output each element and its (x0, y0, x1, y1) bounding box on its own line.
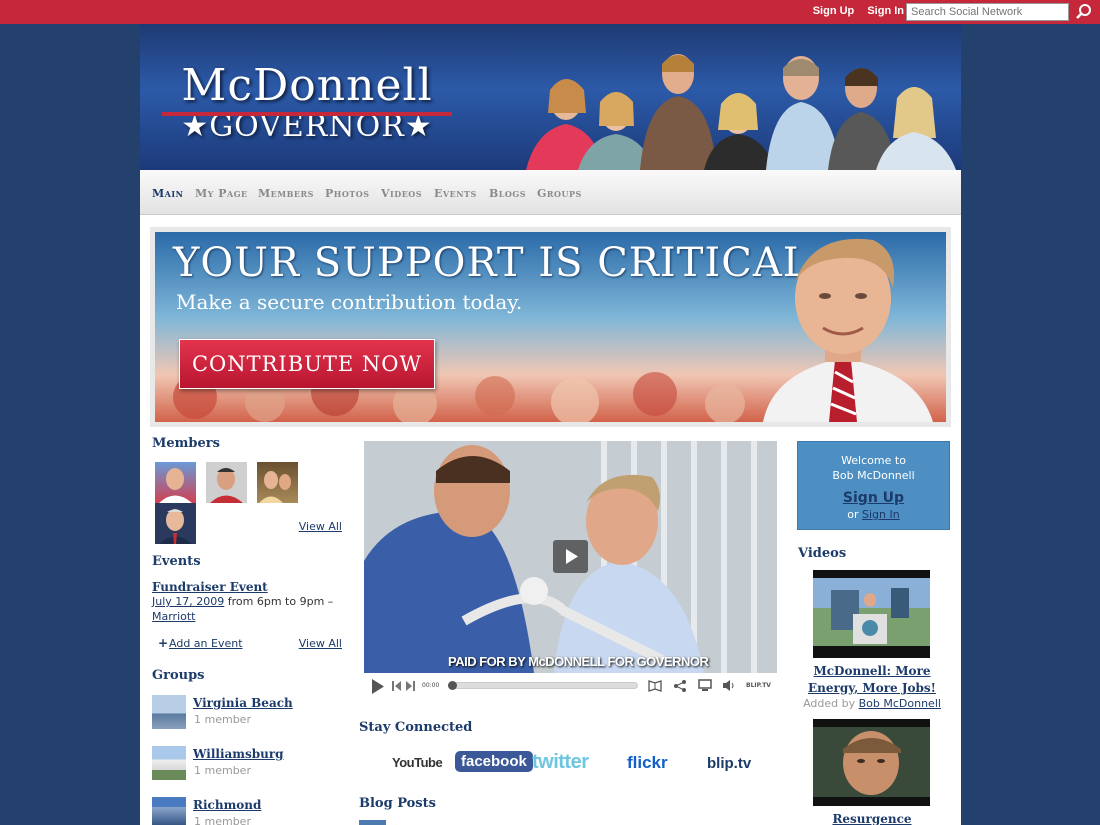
welcome-box: Welcome to Bob McDonnell Sign Up or Sign … (797, 441, 950, 530)
share-icon[interactable] (674, 680, 686, 692)
family-photo (526, 54, 956, 170)
video-time: 00:00 (422, 682, 440, 689)
youtube-link[interactable]: YouTube (392, 755, 443, 770)
group-name-link[interactable]: Virginia Beach (193, 696, 293, 710)
video-caption: PAID FOR BY McDONNELL FOR GOVERNOR (448, 654, 709, 669)
event-time: from 6pm to 9pm – (224, 595, 334, 608)
group-item[interactable]: Richmond 1 member (152, 797, 342, 825)
top-bar: Sign Up Sign In (0, 0, 1100, 24)
play-icon (566, 549, 578, 564)
video-added-by: Added by Bob McDonnell (803, 697, 941, 710)
group-member-count: 1 member (194, 764, 251, 777)
welcome-signin-link[interactable]: Sign In (862, 508, 900, 521)
banner-headline: YOUR SUPPORT IS CRITICAL. (173, 240, 824, 286)
bliptv-link[interactable]: blip.tv (707, 755, 751, 772)
site-header: McDonnell ★GOVERNOR★ (140, 24, 961, 170)
group-item[interactable]: Williamsburg 1 member (152, 746, 342, 797)
blog-post-thumbnail[interactable] (359, 820, 386, 825)
stay-connected-heading: Stay Connected (359, 720, 473, 735)
video-author-link[interactable]: Bob McDonnell (859, 697, 941, 710)
nav-blogs[interactable]: Blogs (489, 187, 526, 200)
group-image[interactable] (152, 746, 186, 780)
video-thumbnail-image (813, 578, 930, 646)
nav-groups[interactable]: Groups (537, 187, 582, 200)
previous-icon[interactable] (392, 681, 401, 691)
blog-posts-heading: Blog Posts (359, 796, 436, 811)
group-member-count: 1 member (194, 815, 251, 825)
video-scrubber[interactable] (448, 681, 457, 690)
play-overlay-button[interactable] (553, 540, 588, 573)
members-heading: Members (152, 436, 220, 451)
nav-events[interactable]: Events (434, 187, 477, 200)
signup-link[interactable]: Sign Up (813, 5, 855, 17)
event-details: July 17, 2009 from 6pm to 9pm – Marriott (152, 594, 342, 624)
twitter-link[interactable]: twitter (532, 751, 589, 774)
banner-image[interactable]: YOUR SUPPORT IS CRITICAL. Make a secure … (155, 232, 946, 422)
logo-name: McDonnell (181, 60, 433, 111)
welcome-signin-row: or Sign In (847, 508, 900, 521)
candidate-portrait (763, 238, 933, 422)
volume-icon[interactable] (722, 679, 736, 692)
group-member-count: 1 member (194, 713, 251, 726)
video-controls: 00:00 BLIP.TV (364, 676, 777, 696)
events-heading: Events (152, 554, 201, 569)
nav-photos[interactable]: Photos (325, 187, 370, 200)
video-title-link[interactable]: Resurgence (797, 811, 947, 825)
search-input[interactable] (906, 3, 1069, 21)
left-column: Members View All Events Fundraiser Event… (152, 436, 342, 825)
blip-tv-logo[interactable]: BLIP.TV (746, 682, 771, 689)
member-avatar[interactable] (155, 462, 196, 503)
nav-my-page[interactable]: My Page (195, 187, 248, 200)
member-thumbnails (152, 462, 342, 544)
event-title-link[interactable]: Fundraiser Event (152, 580, 342, 594)
videos-heading: Videos (798, 546, 847, 561)
nav-videos[interactable]: Videos (381, 187, 422, 200)
groups-heading: Groups (152, 668, 205, 683)
event-date-link[interactable]: July 17, 2009 (152, 595, 224, 608)
member-avatar[interactable] (257, 462, 298, 503)
event-location-link[interactable]: Marriott (152, 610, 196, 623)
video-thumbnail-image (813, 727, 930, 797)
video-progress-bar[interactable] (448, 682, 638, 689)
signin-link[interactable]: Sign In (867, 5, 904, 17)
play-icon[interactable] (371, 679, 385, 694)
welcome-signup-link[interactable]: Sign Up (798, 490, 949, 506)
account-links: Sign Up Sign In (803, 5, 904, 17)
welcome-text: Welcome to Bob McDonnell (832, 454, 915, 482)
fullscreen-icon[interactable] (698, 679, 712, 692)
donation-banner: YOUR SUPPORT IS CRITICAL. Make a secure … (150, 227, 951, 427)
search-icon[interactable] (1075, 3, 1093, 21)
group-image[interactable] (152, 695, 186, 729)
nav-main[interactable]: Main (152, 187, 183, 200)
members-view-all-link[interactable]: View All (299, 520, 342, 533)
plus-icon: + (158, 636, 169, 650)
add-event-link[interactable]: Add an Event (169, 637, 243, 650)
main-nav: Main My Page Members Photos Videos Event… (140, 170, 961, 215)
site-logo[interactable]: McDonnell ★GOVERNOR★ (162, 60, 452, 144)
logo-stripe (162, 112, 452, 116)
group-image[interactable] (152, 797, 186, 825)
banner-subline: Make a secure contribution today. (176, 290, 523, 314)
facebook-link[interactable]: facebook (455, 751, 533, 772)
group-item[interactable]: Virginia Beach 1 member (152, 695, 342, 746)
member-avatar[interactable] (155, 503, 196, 544)
events-view-all-link[interactable]: View All (299, 637, 342, 650)
video-thumbnail[interactable] (813, 719, 930, 806)
contribute-now-button[interactable]: CONTRIBUTE NOW (179, 339, 435, 389)
group-name-link[interactable]: Richmond (193, 798, 261, 812)
video-thumbnail[interactable] (813, 570, 930, 658)
chapters-icon[interactable] (648, 680, 662, 692)
flickr-link[interactable]: flickr (627, 753, 668, 773)
nav-members[interactable]: Members (258, 187, 314, 200)
next-icon[interactable] (406, 681, 415, 691)
group-name-link[interactable]: Williamsburg (193, 747, 284, 761)
video-title-link[interactable]: McDonnell: More Energy, More Jobs! (797, 663, 947, 697)
video-player[interactable]: PAID FOR BY McDONNELL FOR GOVERNOR (364, 441, 777, 673)
member-avatar[interactable] (206, 462, 247, 503)
